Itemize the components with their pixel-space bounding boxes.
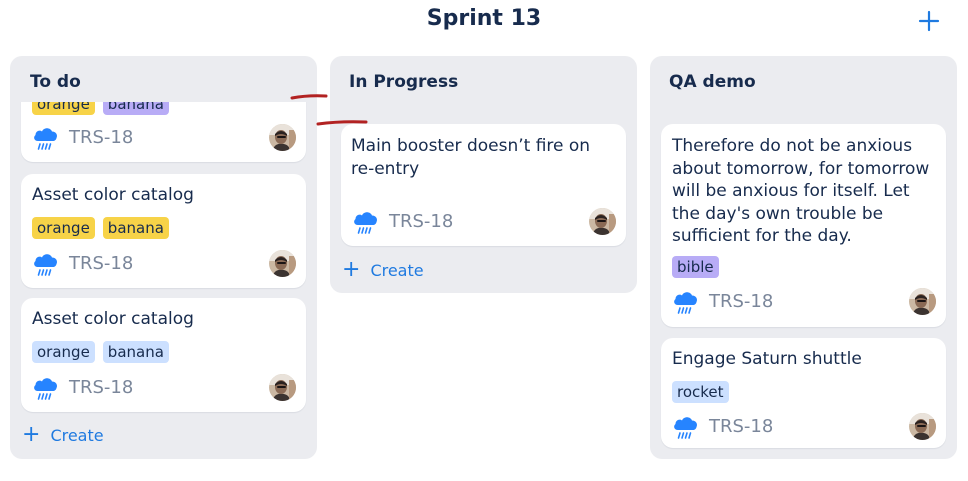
avatar bbox=[269, 124, 296, 151]
card-labels: rocket bbox=[672, 381, 729, 403]
card[interactable]: Asset color catalog orange banana TRS-18 bbox=[21, 174, 306, 288]
column-title: To do bbox=[30, 72, 81, 92]
avatar bbox=[589, 208, 616, 235]
avatar bbox=[269, 250, 296, 277]
issue-key[interactable]: TRS-18 bbox=[709, 416, 773, 437]
column-title: QA demo bbox=[669, 72, 756, 92]
issue-key[interactable]: TRS-18 bbox=[69, 253, 133, 274]
column-qa-demo: Therefore do not be anxious about tomorr… bbox=[650, 56, 957, 459]
card-labels: orange banana bbox=[32, 102, 169, 115]
card-title-line: will be anxious for itself. Let bbox=[672, 181, 910, 201]
label-bible: bible bbox=[672, 256, 719, 278]
card-title: Main booster doesn’t fire on re-entry bbox=[351, 135, 590, 180]
card-title-line: the day's own trouble be bbox=[672, 203, 884, 224]
card[interactable]: orange banana TRS-18 bbox=[21, 102, 306, 162]
label-banana: banana bbox=[102, 341, 169, 363]
card-title-line: Main booster doesn’t fire on bbox=[351, 136, 591, 156]
card-footer: TRS-18 bbox=[352, 208, 616, 236]
column-title: In Progress bbox=[349, 72, 459, 92]
card[interactable]: Engage Saturn shuttle rocket TRS-18 bbox=[661, 338, 946, 448]
card-title: Asset color catalog bbox=[32, 185, 194, 205]
cloud-rain-icon bbox=[32, 124, 59, 152]
cloud-rain-icon bbox=[32, 250, 59, 278]
label-orange: orange bbox=[32, 341, 95, 363]
plus-icon: + bbox=[342, 257, 361, 282]
label-banana: banana bbox=[102, 102, 169, 115]
card[interactable]: Main booster doesn’t fire on re-entry TR… bbox=[341, 124, 626, 246]
issue-key[interactable]: TRS-18 bbox=[709, 291, 773, 312]
cloud-rain-icon bbox=[672, 413, 699, 441]
card-footer: TRS-18 bbox=[672, 288, 936, 316]
cloud-rain-icon bbox=[352, 208, 379, 236]
card-footer: TRS-18 bbox=[32, 250, 296, 278]
board-header: Sprint 13 bbox=[0, 0, 968, 44]
card-title: Therefore do not be anxious about tomorr… bbox=[672, 135, 929, 248]
card-footer: TRS-18 bbox=[32, 124, 296, 152]
column-to-do-cards[interactable]: orange banana TRS-18 Asset color catalog… bbox=[10, 102, 317, 459]
create-button[interactable]: + Create bbox=[342, 259, 424, 281]
card-title-line: sufficient for the day. bbox=[672, 226, 852, 246]
plus-icon bbox=[918, 10, 940, 32]
card-title-line: about tomorrow, for tomorrow bbox=[672, 158, 930, 179]
avatar bbox=[909, 288, 936, 315]
card-footer: TRS-18 bbox=[32, 374, 296, 402]
card-title: Asset color catalog bbox=[32, 309, 194, 329]
card-footer: TRS-18 bbox=[672, 413, 936, 441]
create-button[interactable]: + Create bbox=[22, 424, 104, 446]
avatar bbox=[909, 413, 936, 440]
issue-key[interactable]: TRS-18 bbox=[389, 211, 453, 232]
card-title-line: re-entry bbox=[351, 158, 420, 179]
cloud-rain-icon bbox=[32, 374, 59, 402]
plus-icon: + bbox=[22, 422, 41, 447]
card-labels: orange banana bbox=[32, 341, 169, 363]
create-label: Create bbox=[50, 425, 104, 445]
avatar bbox=[269, 374, 296, 401]
board-title: Sprint 13 bbox=[426, 6, 542, 31]
label-rocket: rocket bbox=[672, 381, 729, 403]
card-title: Engage Saturn shuttle bbox=[672, 349, 862, 369]
card-labels: bible bbox=[672, 256, 719, 278]
label-banana: banana bbox=[102, 217, 169, 239]
card[interactable]: Therefore do not be anxious about tomorr… bbox=[661, 124, 946, 327]
label-orange: orange bbox=[32, 102, 95, 115]
create-label: Create bbox=[370, 260, 424, 280]
card-labels: orange banana bbox=[32, 217, 169, 239]
issue-key[interactable]: TRS-18 bbox=[69, 127, 133, 148]
label-orange: orange bbox=[32, 217, 95, 239]
issue-key[interactable]: TRS-18 bbox=[69, 377, 133, 398]
card[interactable]: Asset color catalog orange banana TRS-18 bbox=[21, 298, 306, 412]
card-title-line: Therefore do not be anxious bbox=[672, 136, 913, 156]
add-button[interactable] bbox=[914, 6, 944, 36]
cloud-rain-icon bbox=[672, 288, 699, 316]
